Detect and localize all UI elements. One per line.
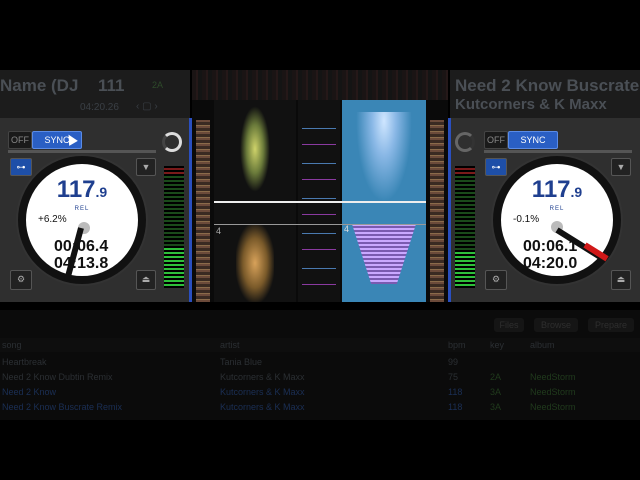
table-row[interactable]: Need 2 Know Dubtin Remix Kutcorners & K … xyxy=(0,371,640,384)
right-track-title: Need 2 Know Buscrate xyxy=(455,76,640,95)
right-bpm-decimal: .9 xyxy=(570,184,583,200)
cue-line xyxy=(214,224,426,225)
row-album: NeedStorm xyxy=(530,372,576,382)
row-song: Need 2 Know xyxy=(2,387,57,397)
header-key[interactable]: key xyxy=(490,340,504,350)
left-track-key: 2A xyxy=(152,80,164,90)
row-bpm: 118 xyxy=(448,402,463,412)
left-level-meter-active xyxy=(164,246,184,288)
left-waveform-bottom xyxy=(236,224,274,302)
row-artist: Kutcorners & K Maxx xyxy=(220,372,305,382)
left-waveform-top xyxy=(240,106,270,192)
left-platter[interactable]: 117.9 REL +6.2% 00:06.4 04:13.8 xyxy=(18,156,146,284)
waveform-area: 4 4 xyxy=(192,100,448,302)
row-artist: Tania Blue xyxy=(220,357,263,367)
right-settings-icon[interactable]: ⚙ xyxy=(485,270,507,290)
browse-button[interactable]: Browse xyxy=(534,318,578,332)
row-artist: Kutcorners & K Maxx xyxy=(220,402,305,412)
left-dropdown-icon[interactable]: ▼ xyxy=(136,158,156,176)
right-track-header: Need 2 Know Buscrate Kutcorners & K Maxx xyxy=(450,70,640,118)
row-key: 3A xyxy=(490,387,502,397)
right-eject-icon[interactable]: ⏏ xyxy=(611,270,631,290)
row-song: Need 2 Know Dubtin Remix xyxy=(2,372,113,382)
left-track-title: Name (DJ xyxy=(0,76,79,95)
row-bpm: 75 xyxy=(448,372,459,382)
header-song[interactable]: song xyxy=(2,340,22,350)
left-header-arrows[interactable]: ‹ ▢ › xyxy=(136,101,158,112)
right-mini-waveform xyxy=(430,120,444,302)
library-panel: Files Browse Prepare song artist bpm key… xyxy=(0,310,640,420)
left-level-meter-red xyxy=(164,166,184,176)
left-off-button[interactable]: OFF xyxy=(8,131,32,149)
right-remaining-time: 04:20.0 xyxy=(523,255,578,272)
center-overview-header xyxy=(192,70,448,100)
left-beat-marker: 4 xyxy=(216,226,222,236)
left-settings-icon[interactable]: ⚙ xyxy=(10,270,32,290)
right-elapsed-time: 00:06.1 xyxy=(523,238,578,255)
right-beat-marker: 4 xyxy=(344,224,350,234)
left-mini-waveform xyxy=(196,120,210,302)
left-gain-knob-icon[interactable] xyxy=(162,132,182,152)
left-rel-label: REL xyxy=(74,206,90,212)
table-row[interactable]: Heartbreak Tania Blue 99 xyxy=(0,356,640,369)
files-button[interactable]: Files xyxy=(494,318,524,332)
table-row[interactable]: Need 2 Know Kutcorners & K Maxx 118 3A N… xyxy=(0,386,640,399)
left-bpm-display: 117.9 xyxy=(26,176,138,204)
table-row[interactable]: Need 2 Know Buscrate Remix Kutcorners & … xyxy=(0,401,640,414)
right-level-meter-active xyxy=(455,250,475,288)
right-gain-knob-icon[interactable] xyxy=(455,132,475,152)
right-off-button[interactable]: OFF xyxy=(484,131,508,149)
row-bpm: 118 xyxy=(448,387,463,397)
header-artist[interactable]: artist xyxy=(220,340,240,350)
right-bpm-integer: 117 xyxy=(531,176,571,203)
left-track-header: Name (DJ 111 2A 04:20.26 ‹ ▢ › xyxy=(0,70,190,118)
left-pitch-value: +6.2% xyxy=(38,214,67,225)
row-song: Need 2 Know Buscrate Remix xyxy=(2,402,123,412)
right-loop-icon[interactable]: ⊶ xyxy=(485,158,507,176)
row-song: Heartbreak xyxy=(2,357,47,367)
left-track-bpm-small: 111 xyxy=(98,76,125,95)
prepare-button[interactable]: Prepare xyxy=(588,318,634,332)
right-sync-button[interactable]: SYNC xyxy=(508,131,558,149)
row-artist: Kutcorners & K Maxx xyxy=(220,387,305,397)
center-phrase-marks xyxy=(302,110,336,300)
row-key: 3A xyxy=(490,402,502,412)
right-deck: OFF SYNC ⊶ ▼ ⚙ ⏏ 117.9 REL -0.1% 00:06.1… xyxy=(451,118,640,302)
right-level-meter-red xyxy=(455,166,475,176)
left-track-time: 04:20.26 xyxy=(80,102,119,113)
header-album[interactable]: album xyxy=(530,340,555,350)
left-bpm-integer: 117 xyxy=(56,176,96,203)
left-pitch-slider[interactable] xyxy=(8,150,156,153)
right-bpm-display: 117.9 xyxy=(501,176,613,204)
row-bpm: 99 xyxy=(448,357,459,367)
playhead-line xyxy=(214,201,426,203)
right-pitch-value: -0.1% xyxy=(513,214,540,225)
left-loop-icon[interactable]: ⊶ xyxy=(10,158,32,176)
library-header-row: song artist bpm key album xyxy=(0,338,640,352)
left-remaining-time: 04:13.8 xyxy=(54,255,109,272)
right-dropdown-icon[interactable]: ▼ xyxy=(611,158,631,176)
header-bpm[interactable]: bpm xyxy=(448,340,466,350)
row-album: NeedStorm xyxy=(530,387,576,397)
left-bpm-decimal: .9 xyxy=(95,184,108,200)
right-rel-label: REL xyxy=(549,206,565,212)
right-pitch-slider[interactable] xyxy=(484,150,632,153)
left-level-meter xyxy=(164,166,184,288)
right-level-meter xyxy=(455,166,475,288)
right-waveform-top xyxy=(356,112,412,202)
right-waveform-bottom xyxy=(352,224,416,284)
right-platter[interactable]: 117.9 REL -0.1% 00:06.1 04:20.0 xyxy=(493,156,621,284)
row-album: NeedStorm xyxy=(530,402,576,412)
overview-strip xyxy=(192,70,448,100)
row-key: 2A xyxy=(490,372,502,382)
left-eject-icon[interactable]: ⏏ xyxy=(136,270,156,290)
left-deck: OFF SYNC ⊶ ▼ ⚙ ⏏ 117.9 REL +6.2% 00:06.4… xyxy=(0,118,190,302)
left-elapsed-time: 00:06.4 xyxy=(54,238,109,255)
right-track-artist: Kutcorners & K Maxx xyxy=(455,96,607,113)
